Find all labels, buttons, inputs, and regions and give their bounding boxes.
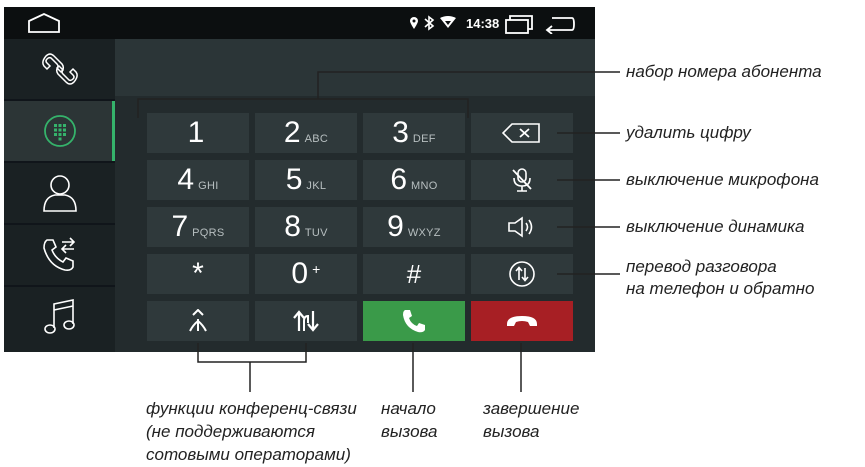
label-transfer-1: перевод разговора — [626, 257, 777, 276]
label-dial-number: набор номера абонента — [626, 62, 822, 81]
label-speaker-off: выключение динамика — [626, 217, 805, 236]
label-conference-1: функции конференц-связи — [146, 399, 357, 418]
label-call-start-2: вызова — [381, 422, 438, 441]
label-call-end-1: завершение — [483, 399, 580, 418]
label-transfer-2: на телефон и обратно — [626, 279, 815, 298]
label-call-start-1: начало — [381, 399, 436, 418]
label-call-end-2: вызова — [483, 422, 540, 441]
label-conference-3: сотовыми операторами) — [146, 445, 351, 464]
label-delete-digit: удалить цифру — [626, 123, 751, 142]
label-mic-off: выключение микрофона — [626, 170, 819, 189]
label-conference-2: (не поддерживаются — [146, 422, 315, 441]
